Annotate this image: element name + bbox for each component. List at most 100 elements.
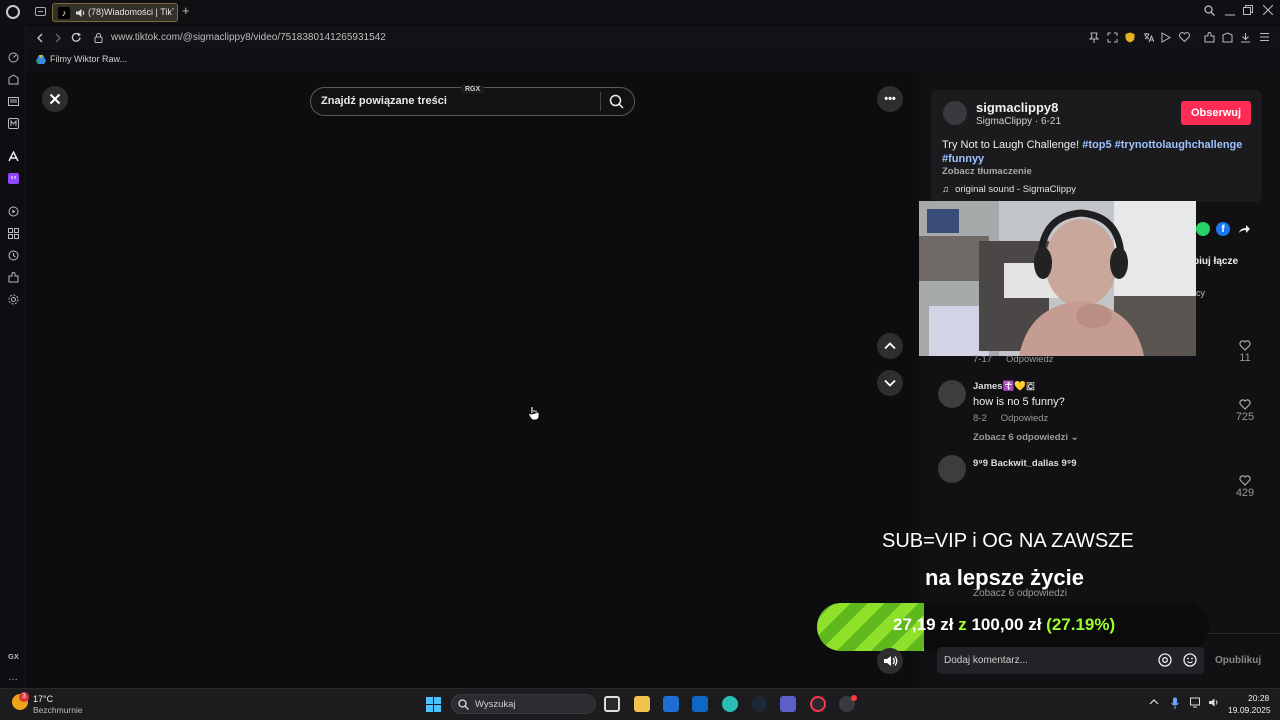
emoji-icon[interactable] xyxy=(1183,653,1197,667)
apps-grid-icon[interactable] xyxy=(8,228,19,239)
messenger-m-icon[interactable] xyxy=(8,118,19,129)
menu-icon[interactable] xyxy=(1259,32,1270,42)
reply-link[interactable]: Odpowiedz xyxy=(1001,413,1049,424)
facebook-icon[interactable]: f xyxy=(1216,222,1230,236)
whatsapp-icon[interactable] xyxy=(1196,222,1210,236)
close-video-button[interactable] xyxy=(42,86,68,112)
opera-gx-icon[interactable] xyxy=(810,696,826,712)
donation-sep: z xyxy=(958,615,967,634)
file-explorer-icon[interactable] xyxy=(634,696,650,712)
bookmark-filmy[interactable]: Filmy Wiktor Raw... xyxy=(36,54,127,64)
reload-icon[interactable] xyxy=(71,32,82,43)
player-icon[interactable] xyxy=(1161,32,1171,43)
comments-tab-partial[interactable]: cy xyxy=(1196,288,1205,298)
favorite-heart-icon[interactable] xyxy=(1179,32,1190,42)
download-icon[interactable] xyxy=(1240,32,1251,43)
sound-label: original sound - SigmaClippy xyxy=(955,184,1077,195)
pin-icon[interactable] xyxy=(1089,32,1099,43)
snapshot-icon[interactable] xyxy=(1107,32,1118,43)
volume-button[interactable] xyxy=(877,648,903,674)
translate-icon[interactable] xyxy=(1143,32,1154,43)
back-icon[interactable] xyxy=(36,33,44,43)
hashtag-link[interactable]: #funnyy xyxy=(942,153,984,165)
search-icon[interactable] xyxy=(609,94,624,109)
adblock-shield-icon[interactable] xyxy=(1125,32,1135,43)
start-windows-icon[interactable] xyxy=(426,697,441,712)
comment-placeholder: Dodaj komentarz... xyxy=(944,655,1028,666)
gx-label[interactable]: GX xyxy=(8,652,19,661)
settings-gear-icon[interactable] xyxy=(8,294,19,305)
comment-like[interactable]: 11 xyxy=(1232,338,1258,364)
forward-icon[interactable] xyxy=(54,33,62,43)
share-arrow-icon[interactable] xyxy=(1238,223,1251,235)
more-options-button[interactable]: ••• xyxy=(877,86,903,112)
taskbar-search-input[interactable] xyxy=(451,694,596,714)
webcam-image xyxy=(919,201,1196,356)
aria-icon[interactable] xyxy=(8,151,19,162)
twitch-icon[interactable] xyxy=(8,173,19,184)
search-tabs-icon[interactable] xyxy=(1204,5,1215,16)
player-sidebar-icon[interactable] xyxy=(8,206,19,217)
see-translation-link[interactable]: Zobacz tłumaczenie xyxy=(942,166,1032,177)
task-view-icon[interactable] xyxy=(604,696,620,712)
minimize-button[interactable] xyxy=(1225,5,1235,16)
weather-condition[interactable]: Bezchmurnie xyxy=(33,705,83,715)
copy-link-button[interactable]: piuj łącze xyxy=(1193,256,1238,267)
commenter-avatar[interactable] xyxy=(938,455,966,483)
original-sound-link[interactable]: ♫ original sound - SigmaClippy xyxy=(942,184,1076,195)
edge-icon[interactable] xyxy=(722,696,738,712)
close-window-button[interactable] xyxy=(1263,5,1273,15)
hashtag-link[interactable]: #trynottolaughchallenge xyxy=(1115,139,1243,151)
opera-logo-icon[interactable] xyxy=(6,5,20,19)
commenter-avatar[interactable] xyxy=(938,380,966,408)
sidebar-more-icon[interactable]: … xyxy=(8,672,18,683)
commenter-name[interactable]: 9⁹9 Backwit_dallas 9⁹9 xyxy=(973,458,1077,469)
history-icon[interactable] xyxy=(8,250,19,261)
clock-time[interactable]: 20:28 xyxy=(1248,693,1269,703)
creator-avatar[interactable] xyxy=(943,101,967,125)
maximize-button[interactable] xyxy=(1243,5,1253,15)
video-player[interactable] xyxy=(27,72,919,688)
volume-tray-icon[interactable] xyxy=(1208,697,1220,708)
commenter-name[interactable]: James☦️💛🇨 xyxy=(973,381,1035,392)
post-caption: Try Not to Laugh Challenge! #top5 #tryno… xyxy=(942,138,1252,166)
comment-like[interactable]: 725 xyxy=(1232,397,1258,423)
url-field[interactable]: www.tiktok.com/@sigmaclippy8/video/75183… xyxy=(111,32,386,43)
clock-date[interactable]: 19.09.2025 xyxy=(1228,705,1271,715)
stream-overlay-line1: SUB=VIP i OG NA ZAWSZE xyxy=(882,530,1134,552)
extensions-sidebar-icon[interactable] xyxy=(8,272,19,283)
weather-temperature[interactable]: 17°C xyxy=(33,694,53,704)
reply-link[interactable]: Odpowiedz xyxy=(1006,354,1054,365)
network-icon[interactable] xyxy=(1190,697,1202,708)
mention-icon[interactable] xyxy=(1158,653,1172,667)
comment-date: 7-17 xyxy=(973,354,993,365)
hashtag-link[interactable]: #top5 xyxy=(1082,139,1111,151)
hand-cursor-icon xyxy=(528,405,540,421)
speed-dial-icon[interactable] xyxy=(8,52,19,63)
gx-corner-icon[interactable] xyxy=(8,74,19,85)
publish-button[interactable]: Opublikuj xyxy=(1215,655,1261,666)
extensions-icon[interactable] xyxy=(1204,32,1215,43)
outlook-icon[interactable] xyxy=(692,696,708,712)
next-video-button[interactable] xyxy=(877,370,903,396)
google-drive-icon xyxy=(36,54,46,64)
creator-username[interactable]: sigmaclippy8 xyxy=(976,100,1058,115)
caption-text: Try Not to Laugh Challenge! xyxy=(942,139,1080,151)
microphone-icon[interactable] xyxy=(1170,697,1180,709)
tray-chevron-up-icon[interactable] xyxy=(1149,697,1159,707)
workspaces-icon[interactable] xyxy=(35,7,46,16)
previous-video-button[interactable] xyxy=(877,333,903,359)
steam-icon[interactable] xyxy=(751,696,767,712)
view-replies-link[interactable]: Zobacz 6 odpowiedzi ⌄ xyxy=(973,432,1079,443)
browser-tab-tiktok[interactable]: ♪ (78)Wiadomości | TikTok xyxy=(52,3,178,22)
new-tab-button[interactable]: + xyxy=(182,4,190,18)
donation-current: 27,19 zł xyxy=(893,615,954,634)
news-icon[interactable] xyxy=(8,96,19,107)
vpn-icon[interactable] xyxy=(1222,32,1233,43)
tab-audio-icon[interactable] xyxy=(75,8,85,18)
store-icon[interactable] xyxy=(663,696,679,712)
comment-like[interactable]: 429 xyxy=(1232,473,1258,499)
lock-icon[interactable] xyxy=(94,32,103,43)
teams-icon[interactable] xyxy=(780,696,796,712)
follow-button[interactable]: Obserwuj xyxy=(1181,101,1251,125)
